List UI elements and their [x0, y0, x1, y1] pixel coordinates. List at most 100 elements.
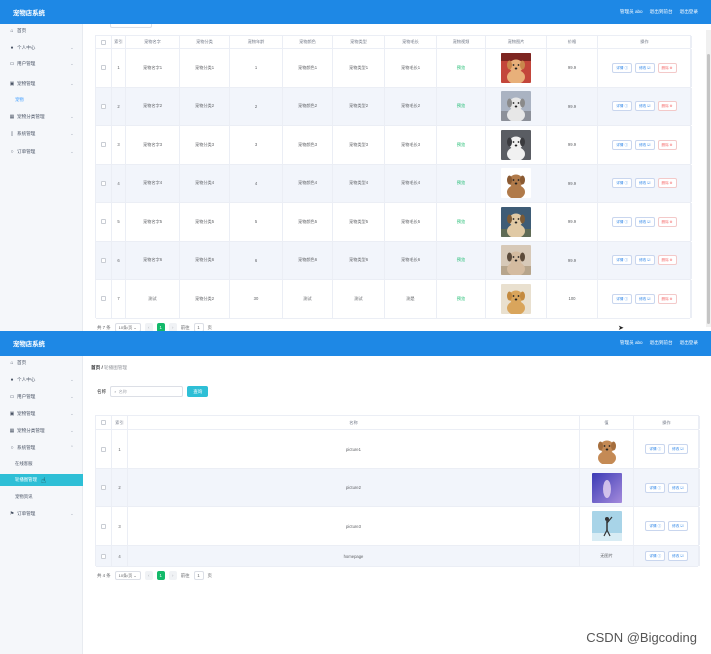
detail-button[interactable]: 详情 ⓘ — [612, 62, 633, 73]
goto-page-input[interactable]: 1 — [193, 323, 204, 331]
page-number-button[interactable]: 1 — [156, 323, 165, 331]
chevron-down-icon: ⌄ — [70, 394, 74, 399]
row-checkbox[interactable] — [101, 219, 106, 225]
scrollbar-thumb[interactable] — [707, 54, 710, 324]
page-number-button[interactable]: 1 — [156, 571, 165, 580]
pet-image[interactable] — [501, 206, 531, 237]
sidebar-item-system[interactable]: ○ 系统管理 ⌃ — [0, 441, 83, 455]
row-checkbox[interactable] — [101, 180, 106, 186]
row-checkbox[interactable] — [101, 257, 106, 263]
logout-link[interactable]: 退出登录 — [680, 9, 698, 15]
edit-button[interactable]: 修改 ☑ — [635, 139, 655, 150]
detail-button[interactable]: 详情 ⓘ — [612, 139, 633, 150]
row-checkbox[interactable] — [101, 553, 106, 559]
detail-button[interactable]: 详情 ⓘ — [612, 101, 633, 112]
carousel-image[interactable] — [591, 434, 622, 464]
edit-button[interactable]: 修改 ☑ — [635, 101, 655, 112]
edit-button[interactable]: 修改 ☑ — [668, 444, 688, 454]
detail-button[interactable]: 详情 ⓘ — [645, 482, 666, 493]
video-preview-link[interactable]: 预览 — [437, 241, 486, 279]
sidebar-item-home[interactable]: ⌂ 首页 — [0, 356, 83, 370]
chevron-down-icon: ⌄ — [70, 45, 74, 50]
video-preview-link[interactable]: 预览 — [437, 49, 486, 87]
edit-button[interactable]: 修改 ☑ — [635, 178, 655, 189]
delete-button[interactable]: 删除 ⊗ — [657, 255, 677, 266]
sidebar-item-pet-categories[interactable]: ▦ 宠物分类管理 ⌄ — [0, 110, 83, 124]
edit-button[interactable]: 修改 ☑ — [668, 482, 688, 493]
logout-link[interactable]: 退出登录 — [680, 340, 698, 346]
sidebar-item-orders[interactable]: ○ 订单管理 ⌄ — [0, 145, 83, 159]
edit-button[interactable]: 修改 ☑ — [668, 551, 688, 561]
detail-button[interactable]: 详情 ⓘ — [612, 178, 633, 189]
row-checkbox[interactable] — [101, 420, 106, 425]
sidebar-item-profile[interactable]: ● 个人中心 ⌄ — [0, 373, 83, 387]
carousel-image[interactable] — [591, 472, 622, 503]
frontend-link[interactable]: 退出到前台 — [650, 9, 673, 15]
prev-page-button[interactable]: ‹ — [144, 323, 153, 331]
edit-button[interactable]: 修改 ☑ — [668, 521, 688, 531]
sidebar-item-system[interactable]: ▯ 系统管理 ⌄ — [0, 127, 83, 141]
video-preview-link[interactable]: 预览 — [437, 126, 486, 164]
vertical-scrollbar[interactable] — [706, 30, 711, 327]
row-checkbox[interactable] — [101, 296, 106, 302]
goto-page-input[interactable]: 1 — [193, 571, 204, 580]
row-checkbox[interactable] — [101, 39, 106, 45]
page-size-select[interactable]: 10条/页 ⌄ — [114, 323, 141, 331]
sidebar-item-orders[interactable]: ⚑ 订单管理 ⌄ — [0, 507, 83, 521]
frontend-link[interactable]: 退出到前台 — [650, 340, 673, 346]
search-input[interactable]: ⌕ 名称 — [110, 386, 184, 397]
pet-table: 索引 宠物名字 宠物分类 宠物年龄 宠物颜色 宠物类型 宠物毛长 宠物视频 宠物图片 价格 操作 1 宠… — [95, 35, 692, 319]
pet-image[interactable] — [501, 168, 531, 199]
sidebar-item-pets[interactable]: ▣ 宠物管理 ⌄ — [0, 77, 83, 91]
detail-button[interactable]: 详情 ⓘ — [645, 444, 666, 454]
row-checkbox[interactable] — [101, 446, 106, 452]
sidebar-item-profile[interactable]: ● 个人中心 ⌄ — [0, 41, 83, 55]
next-page-button[interactable]: › — [168, 571, 177, 580]
detail-button[interactable]: 详情 ⓘ — [612, 293, 633, 304]
delete-button[interactable]: 删除 ⊗ — [657, 178, 677, 189]
pet-image[interactable] — [501, 91, 531, 122]
sidebar-subitem-pet-news[interactable]: 宠物资讯 — [0, 491, 83, 503]
column-header: 宠物毛长 — [385, 36, 437, 48]
sidebar-item-users[interactable]: ▭ 用户管理 ⌄ — [0, 57, 83, 71]
sidebar-subitem-carousel[interactable]: 轮播图管理 ☝ — [0, 474, 83, 486]
sidebar-item-home[interactable]: ⌂ 首页 — [0, 24, 83, 38]
edit-button[interactable]: 修改 ☑ — [635, 216, 655, 227]
carousel-image[interactable] — [591, 511, 622, 541]
sidebar-subitem-online-service[interactable]: 在线客服 — [0, 458, 83, 470]
prev-page-button[interactable]: ‹ — [144, 571, 153, 580]
edit-button[interactable]: 修改 ☑ — [635, 293, 655, 304]
pet-image[interactable] — [501, 52, 531, 83]
detail-button[interactable]: 详情 ⓘ — [612, 216, 633, 227]
pet-image[interactable] — [501, 245, 531, 276]
sidebar-item-users[interactable]: ▭ 用户管理 ⌄ — [0, 390, 83, 404]
detail-button[interactable]: 详情 ⓘ — [612, 255, 633, 266]
row-checkbox[interactable] — [101, 485, 106, 490]
delete-button[interactable]: 删除 ⊗ — [657, 101, 677, 112]
video-preview-link[interactable]: 预览 — [437, 280, 486, 318]
detail-button[interactable]: 详情 ⓘ — [645, 521, 666, 531]
delete-button[interactable]: 删除 ⊗ — [657, 62, 677, 73]
pet-image[interactable] — [501, 129, 531, 160]
delete-button[interactable]: 删除 ⊗ — [657, 216, 677, 227]
pet-image[interactable] — [501, 283, 531, 314]
sidebar-item-pets[interactable]: ▣ 宠物管理 ⌄ — [0, 407, 83, 421]
video-preview-link[interactable]: 预览 — [437, 203, 486, 241]
video-preview-link[interactable]: 预览 — [437, 87, 486, 125]
row-checkbox[interactable] — [101, 142, 106, 148]
row-checkbox[interactable] — [101, 103, 106, 109]
video-preview-link[interactable]: 预览 — [437, 164, 486, 202]
delete-button[interactable]: 删除 ⊗ — [657, 139, 677, 150]
next-page-button[interactable]: › — [168, 323, 177, 331]
delete-button[interactable]: 删除 ⊗ — [657, 293, 677, 304]
row-checkbox[interactable] — [101, 523, 106, 529]
edit-button[interactable]: 修改 ☑ — [635, 255, 655, 266]
detail-button[interactable]: 详情 ⓘ — [645, 551, 666, 561]
row-checkbox[interactable] — [101, 65, 106, 71]
page-size-select[interactable]: 10条/页 ⌄ — [114, 571, 141, 580]
breadcrumb-home[interactable]: 首页 — [91, 365, 100, 370]
sidebar-item-pet-categories[interactable]: ▦ 宠物分类管理 ⌄ — [0, 424, 83, 438]
edit-button[interactable]: 修改 ☑ — [635, 62, 655, 73]
search-button[interactable]: 查询 — [187, 386, 209, 397]
sidebar-subitem-pet[interactable]: 宠物 — [0, 94, 83, 106]
